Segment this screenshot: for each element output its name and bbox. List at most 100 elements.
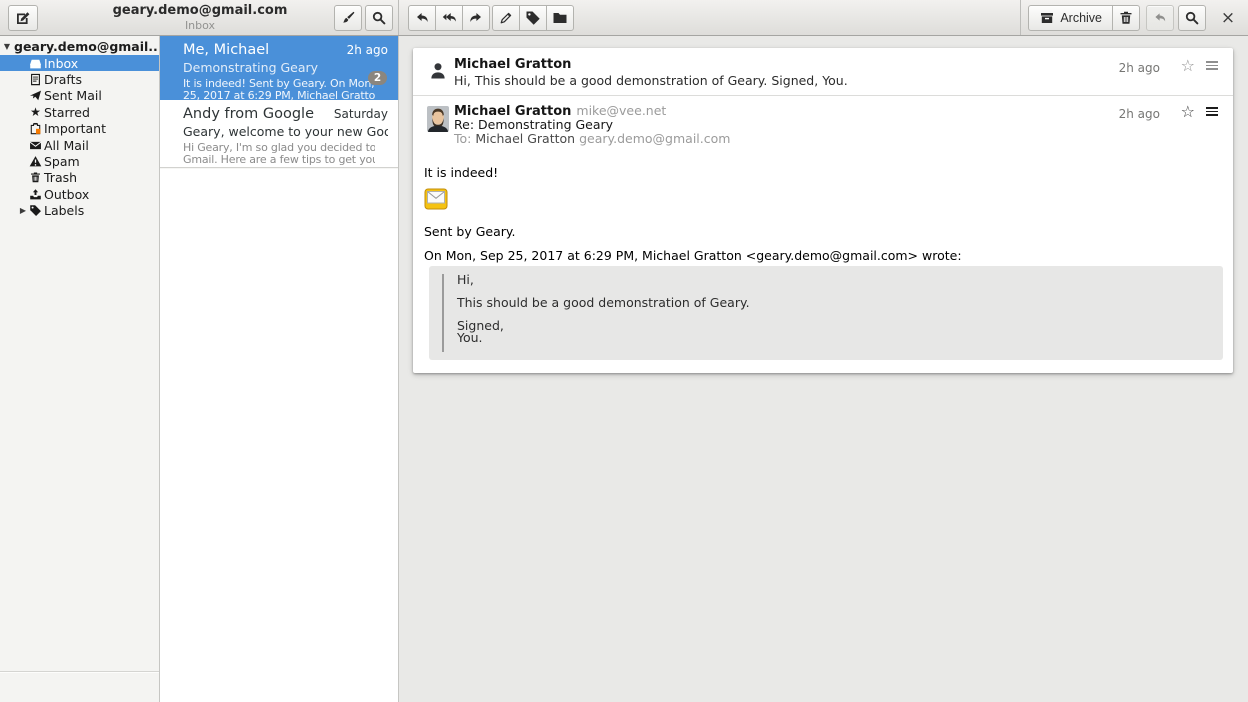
sidebar-item-sent-mail[interactable]: Sent Mail xyxy=(0,88,159,104)
sidebar-item-label: All Mail xyxy=(44,138,89,153)
conversation-item[interactable]: Andy from Google Saturday Geary, welcome… xyxy=(160,100,398,168)
collapsed-message-row[interactable]: Michael Gratton Hi, This should be a goo… xyxy=(413,48,1233,96)
star-icon[interactable]: ☆ xyxy=(1181,104,1195,120)
expanded-message-header[interactable]: Michael Grattonmike@vee.net Re: Demonstr… xyxy=(413,97,1233,152)
quote-attribution: On Mon, Sep 25, 2017 at 6:29 PM, Michael… xyxy=(424,248,962,263)
sidebar-item-label: Starred xyxy=(44,105,90,120)
search-button[interactable] xyxy=(1178,5,1206,31)
geary-logo-image xyxy=(424,187,448,211)
conversation-subject: Geary, welcome to your new Google Acco..… xyxy=(183,124,388,139)
sidebar-item-starred[interactable]: ★ Starred xyxy=(0,104,159,120)
window-title-box: geary.demo@gmail.com Inbox xyxy=(55,4,345,31)
search-icon xyxy=(1184,10,1200,26)
folder-sidebar: ▼ geary.demo@gmail.... Inbox Drafts Sent… xyxy=(0,36,160,702)
undo-button[interactable] xyxy=(1146,5,1174,31)
tag-icon xyxy=(525,10,541,26)
message-sender: Michael Gratton xyxy=(454,57,571,72)
reply-button[interactable] xyxy=(408,5,436,31)
body-text: It is indeed! xyxy=(424,165,498,180)
reply-icon xyxy=(414,10,430,26)
conversation-sender: Me, Michael xyxy=(183,42,341,58)
conversation-viewer: Michael Gratton Hi, This should be a goo… xyxy=(400,36,1248,702)
message-menu-icon[interactable] xyxy=(1206,61,1218,70)
close-window-button[interactable]: × xyxy=(1216,8,1240,28)
sidebar-divider xyxy=(0,671,159,672)
sent-mail-icon xyxy=(29,89,42,102)
brush-icon xyxy=(340,10,356,26)
chevron-down-icon[interactable]: ▼ xyxy=(0,42,14,51)
move-button[interactable] xyxy=(546,5,574,31)
account-label: geary.demo@gmail.... xyxy=(14,39,159,54)
email-thread-card: Michael Gratton Hi, This should be a goo… xyxy=(413,48,1233,373)
labels-icon xyxy=(29,204,42,217)
chevron-right-icon[interactable]: ▶ xyxy=(17,206,29,215)
sidebar-item-label: Important xyxy=(44,121,106,136)
sidebar-item-labels[interactable]: ▶ Labels xyxy=(0,203,159,219)
forward-button[interactable] xyxy=(462,5,490,31)
sidebar-item-label: Labels xyxy=(44,203,84,218)
quote-line: Hi, xyxy=(457,272,474,287)
body-text: Sent by Geary. xyxy=(424,224,516,239)
headerbar: geary.demo@gmail.com Inbox Archive xyxy=(0,0,1248,36)
trash-icon xyxy=(29,171,42,184)
reply-all-button[interactable] xyxy=(435,5,463,31)
sidebar-item-outbox[interactable]: Outbox xyxy=(0,186,159,202)
sidebar-item-label: Sent Mail xyxy=(44,88,102,103)
drafts-icon xyxy=(29,73,42,86)
conversation-date: Saturday xyxy=(334,107,388,121)
forward-icon xyxy=(468,10,484,26)
mark-button[interactable] xyxy=(492,5,520,31)
sidebar-account-row[interactable]: ▼ geary.demo@gmail.... xyxy=(0,38,159,55)
message-sender-email: mike@vee.net xyxy=(576,103,666,118)
empty-folder-button[interactable] xyxy=(334,5,362,31)
to-name: Michael Gratton xyxy=(475,131,575,146)
sidebar-item-inbox[interactable]: Inbox xyxy=(0,55,159,71)
conversation-preview: Hi Geary, I'm so glad you decided to try… xyxy=(183,142,375,166)
conversation-item-selected[interactable]: Me, Michael 2h ago Demonstrating Geary I… xyxy=(160,36,398,100)
quoted-text-block: Hi, This should be a good demonstration … xyxy=(429,266,1223,360)
important-icon xyxy=(29,122,42,135)
sender-avatar xyxy=(427,106,449,132)
all-mail-icon xyxy=(29,139,42,152)
geary-window: geary.demo@gmail.com Inbox Archive xyxy=(0,0,1248,702)
archive-button-label: Archive xyxy=(1060,11,1102,25)
compose-button[interactable] xyxy=(8,5,38,31)
quote-line: This should be a good demonstration of G… xyxy=(457,295,750,310)
archive-button-group: Archive xyxy=(1028,5,1140,31)
sidebar-item-label: Trash xyxy=(44,170,77,185)
person-avatar-icon xyxy=(428,59,448,83)
conversation-count-badge: 2 xyxy=(368,71,387,85)
spam-icon xyxy=(29,155,42,168)
trash-button[interactable] xyxy=(1112,5,1140,31)
compose-icon xyxy=(15,10,31,26)
conversation-sender: Andy from Google xyxy=(183,106,328,122)
reply-button-group xyxy=(408,5,490,31)
conversation-date: 2h ago xyxy=(347,43,388,57)
sidebar-item-drafts[interactable]: Drafts xyxy=(0,71,159,87)
marker-icon xyxy=(498,10,514,26)
headerbar-left-section: geary.demo@gmail.com Inbox xyxy=(0,0,399,35)
reply-all-icon xyxy=(441,10,457,26)
message-date: 2h ago xyxy=(1119,107,1160,121)
sidebar-item-label: Outbox xyxy=(44,187,89,202)
sidebar-item-spam[interactable]: Spam xyxy=(0,153,159,169)
mark-button-group xyxy=(492,5,574,31)
to-label: To: xyxy=(454,131,471,146)
sidebar-item-all-mail[interactable]: All Mail xyxy=(0,137,159,153)
sidebar-item-trash[interactable]: Trash xyxy=(0,170,159,186)
undo-icon xyxy=(1152,10,1168,26)
sidebar-item-important[interactable]: Important xyxy=(0,121,159,137)
sidebar-item-label: Inbox xyxy=(44,56,78,71)
search-icon xyxy=(371,10,387,26)
conversation-list: Me, Michael 2h ago Demonstrating Geary I… xyxy=(160,36,399,702)
headerbar-right-section: Archive × xyxy=(1020,0,1248,35)
search-toggle-button[interactable] xyxy=(365,5,393,31)
message-menu-icon[interactable] xyxy=(1206,107,1218,116)
sidebar-item-label: Spam xyxy=(44,154,80,169)
star-icon[interactable]: ☆ xyxy=(1181,58,1195,74)
label-button[interactable] xyxy=(519,5,547,31)
quote-line: You. xyxy=(457,330,483,345)
move-folder-icon xyxy=(552,10,568,26)
archive-button[interactable]: Archive xyxy=(1028,5,1113,31)
message-to-line: To:Michael Grattongeary.demo@gmail.com xyxy=(454,131,730,146)
